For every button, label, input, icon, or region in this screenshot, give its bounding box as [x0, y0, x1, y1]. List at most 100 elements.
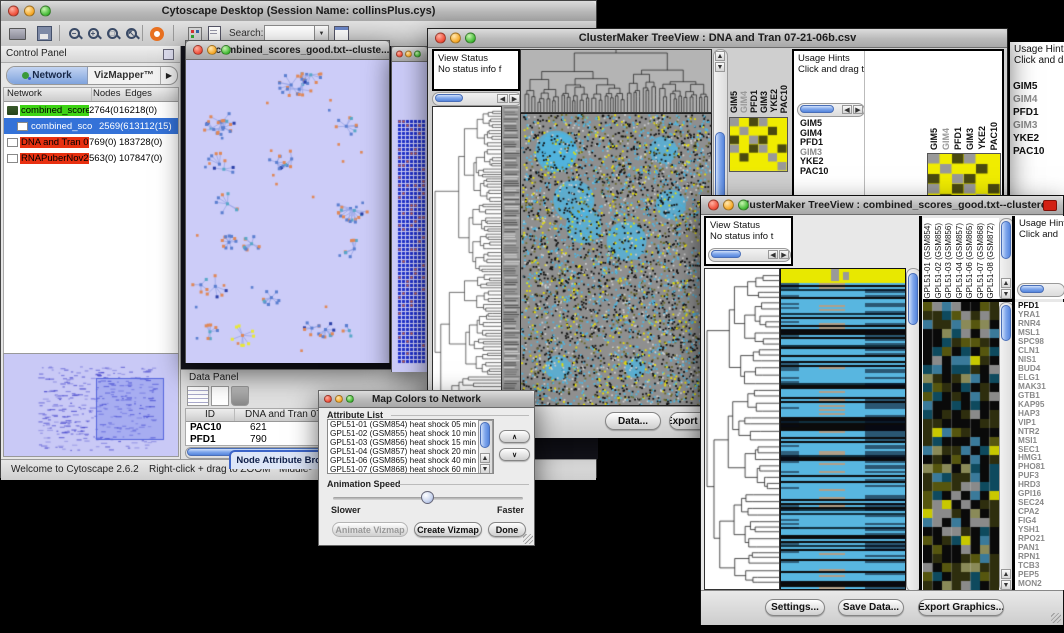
column-label[interactable]: GIM3	[965, 128, 977, 150]
zoom-out-icon[interactable]: −	[64, 24, 84, 43]
window-controls[interactable]	[708, 200, 749, 211]
row-dendrogram[interactable]	[432, 106, 502, 436]
row-dendrogram[interactable]	[704, 268, 780, 590]
column-label[interactable]: GPL51-02 (GSM855)	[934, 223, 945, 299]
grid-network-canvas[interactable]	[392, 62, 427, 372]
animate-vizmap-button[interactable]: Animate Vizmap	[332, 522, 408, 537]
column-label[interactable]: YKE2	[769, 89, 779, 113]
zoom-button[interactable]	[40, 6, 51, 17]
tab-vizmapper[interactable]: VizMapper™	[88, 67, 160, 84]
view-status-hscrollbar[interactable]: ◀ ▶	[432, 92, 522, 106]
gene-label[interactable]: PAC10	[800, 167, 828, 177]
column-label[interactable]: PFD1	[953, 127, 965, 150]
close-button[interactable]	[435, 33, 446, 44]
float-panel-icon[interactable]	[163, 49, 174, 60]
create-vizmap-button[interactable]: Create Vizmap	[414, 522, 482, 537]
speed-slider[interactable]	[333, 491, 523, 505]
table-icon[interactable]	[187, 386, 209, 406]
column-label[interactable]: GIM3	[759, 91, 769, 113]
network-view-titlebar[interactable]: combined_scores_good.txt--cluste...	[186, 41, 389, 60]
column-label[interactable]: PFD1	[749, 90, 759, 113]
tabs-overflow-button[interactable]: ▶	[160, 67, 177, 84]
done-button[interactable]: Done	[488, 522, 526, 537]
gene-label[interactable]: GIM3	[1013, 119, 1064, 132]
gene-label[interactable]: GIM5	[1013, 80, 1064, 93]
dialog-titlebar[interactable]: Map Colors to Network	[319, 391, 534, 408]
network-canvas[interactable]	[186, 60, 389, 363]
usage-hints-hscrollbar[interactable]	[1017, 283, 1064, 297]
column-label[interactable]: YKE2	[977, 126, 989, 150]
move-down-button[interactable]: ∨	[499, 448, 530, 461]
window-controls[interactable]	[435, 33, 476, 44]
zoom-hscrollbar[interactable]: ◀ ▶	[797, 103, 865, 117]
attribute-item[interactable]: GPL51-06 (GSM865) heat shock 40 min	[328, 456, 478, 465]
save-data-button[interactable]: Save Data...	[838, 599, 904, 616]
column-label[interactable]: GIM4	[739, 91, 749, 113]
zoom-button[interactable]	[738, 200, 749, 211]
grid-window-titlebar[interactable]	[392, 47, 427, 62]
save-data-button[interactable]: Data...	[605, 412, 661, 430]
window-controls[interactable]	[324, 395, 354, 403]
settings-button[interactable]: Settings...	[765, 599, 825, 616]
treeview1-titlebar[interactable]: ClusterMaker TreeView : DNA and Tran 07-…	[428, 29, 1007, 48]
help-icon[interactable]	[147, 24, 167, 43]
close-button[interactable]	[708, 200, 719, 211]
export-graphics-button[interactable]: Export Graphics...	[918, 599, 1004, 616]
gene-label[interactable]: YKE2	[1013, 132, 1064, 145]
column-label[interactable]: PAC10	[989, 122, 1001, 150]
window-controls[interactable]	[193, 45, 231, 55]
attribute-item[interactable]: GPL51-03 (GSM856) heat shock 15 min	[328, 438, 478, 447]
attribute-item[interactable]: GPL51-04 (GSM857) heat shock 20 min	[328, 447, 478, 456]
close-button[interactable]	[8, 6, 19, 17]
gene-list[interactable]: GIM5GIM4PFD1GIM3YKE2PAC10	[1010, 80, 1064, 158]
gene-label[interactable]: GIM4	[1013, 93, 1064, 106]
column-label[interactable]: GPL51-01 (GSM854)	[923, 223, 934, 299]
col-id[interactable]: ID	[186, 409, 235, 421]
gene-label[interactable]: PFD1	[1013, 106, 1064, 119]
minimize-button[interactable]	[335, 395, 343, 403]
column-label[interactable]: GPL51-08 (GSM872)	[986, 223, 997, 299]
close-button[interactable]	[396, 51, 403, 58]
minimize-button[interactable]	[207, 45, 217, 55]
attribute-item[interactable]: GPL51-01 (GSM854) heat shock 05 min	[328, 420, 478, 429]
resize-grip[interactable]	[1051, 613, 1061, 623]
attribute-item[interactable]: GPL51-02 (GSM855) heat shock 10 min	[328, 429, 478, 438]
close-button[interactable]	[193, 45, 203, 55]
network-overview-canvas[interactable]	[4, 354, 178, 456]
window-controls[interactable]	[8, 6, 51, 17]
network-row[interactable]: RNAPuberNov2+ 563(0) 107847(0)	[4, 150, 178, 166]
treeview2-titlebar[interactable]: ClusterMaker TreeView : combined_scores_…	[701, 196, 1063, 215]
attribute-list-vscrollbar[interactable]: ▲ ▼	[478, 420, 493, 474]
tab-network[interactable]: Network	[7, 67, 88, 84]
delete-attribute-icon[interactable]	[231, 386, 249, 406]
attribute-listbox[interactable]: GPL51-01 (GSM854) heat shock 05 minGPL51…	[327, 419, 494, 474]
save-icon[interactable]	[34, 24, 54, 43]
network-overview-panel[interactable]	[3, 353, 179, 457]
minimize-button[interactable]	[450, 33, 461, 44]
zoom-button[interactable]	[414, 51, 421, 58]
column-label[interactable]: GPL51-03 (GSM856)	[944, 223, 955, 299]
network-row[interactable]: DNA and Tran 07 769(0) 183728(0)	[4, 134, 178, 150]
network-table-header[interactable]: Network Nodes Edges	[4, 88, 178, 102]
column-label[interactable]: GPL51-04 (GSM857)	[955, 223, 966, 299]
column-label[interactable]: GPL51-06 (GSM865)	[965, 223, 976, 299]
column-dendrogram[interactable]	[520, 49, 712, 113]
view-status-hscrollbar[interactable]: ◀ ▶	[708, 248, 791, 262]
column-label[interactable]: GIM4	[941, 128, 953, 150]
column-label[interactable]: GPL51-07 (GSM868)	[976, 223, 987, 299]
gene-label[interactable]: PAC10	[1013, 145, 1064, 158]
gene-list[interactable]: PFD1YRA1RNR4MSL1SPC98CLN1NIS1BUD4ELG1MAK…	[1015, 302, 1064, 590]
resize-grip[interactable]	[523, 534, 533, 544]
zoom-in-icon[interactable]: +	[83, 24, 103, 43]
column-label[interactable]: PAC10	[779, 85, 789, 113]
zoom-heatmap[interactable]	[923, 302, 999, 590]
column-label[interactable]: GIM5	[729, 91, 739, 113]
network-row[interactable]: combined_sco 2569(6) 13112(15)	[4, 118, 178, 134]
open-icon[interactable]	[7, 24, 27, 43]
zoom-matrix[interactable]	[729, 117, 788, 172]
close-button[interactable]	[324, 395, 332, 403]
gene-list[interactable]: GIM5GIM4PFD1GIM3YKE2PAC10	[797, 119, 828, 177]
zoom-fit-icon[interactable]: ⇱	[121, 24, 141, 43]
gene-label[interactable]: MON2	[1018, 580, 1064, 589]
search-input[interactable]	[264, 25, 318, 41]
